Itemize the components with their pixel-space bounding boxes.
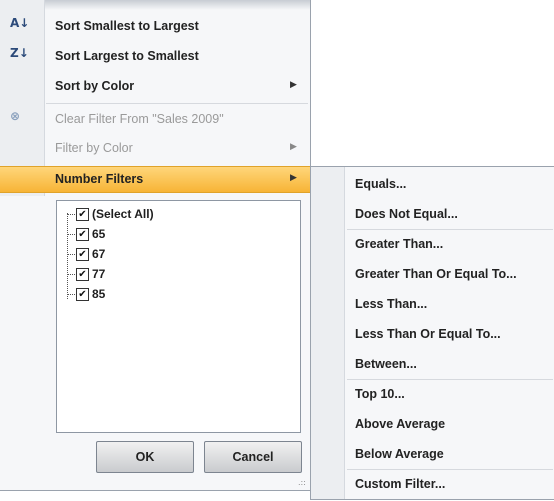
menu-item-sort-ascending[interactable]: A↓ Sort Smallest to Largest [0, 14, 310, 38]
menu-item-label: Sort by Color [55, 79, 135, 93]
ok-button[interactable]: OK [96, 441, 194, 473]
number-filters-submenu: Equals... Does Not Equal... Greater Than… [310, 166, 554, 500]
checklist-label: 67 [92, 247, 106, 261]
clear-filter-icon: ⊗ [10, 109, 21, 123]
submenu-icon-gutter [311, 167, 345, 499]
menu-item-number-filters[interactable]: Number Filters ▶ [0, 167, 310, 191]
checklist-label: (Select All) [92, 207, 154, 221]
submenu-item-custom-filter[interactable]: Custom Filter... [355, 477, 445, 501]
submenu-item-equals[interactable]: Equals... [355, 177, 406, 201]
menu-item-sort-descending[interactable]: Z↓ Sort Largest to Smallest [0, 44, 310, 68]
submenu-item-greater-than[interactable]: Greater Than... [355, 237, 443, 261]
submenu-arrow-icon: ▶ [290, 80, 297, 90]
menu-item-label: Sort Smallest to Largest [55, 19, 199, 33]
submenu-item-above-average[interactable]: Above Average [355, 417, 445, 441]
value-checklist[interactable]: ✔ (Select All) ✔ 65 ✔ 67 ✔ 77 ✔ 85 [56, 200, 301, 433]
menu-item-sort-by-color[interactable]: Sort by Color ▶ [0, 74, 310, 98]
resize-grip-icon[interactable]: .:: [298, 478, 306, 487]
menu-item-clear-filter[interactable]: ⊗ Clear Filter From "Sales 2009" [0, 107, 310, 131]
menu-item-filter-by-color[interactable]: Filter by Color ▶ [0, 136, 310, 160]
submenu-item-greater-than-or-equal[interactable]: Greater Than Or Equal To... [355, 267, 517, 291]
checkbox[interactable]: ✔ [76, 208, 89, 221]
checkbox[interactable]: ✔ [76, 228, 89, 241]
submenu-arrow-icon: ▶ [290, 142, 297, 152]
checklist-label: 85 [92, 287, 106, 301]
menu-item-label: Filter by Color [55, 141, 133, 155]
sort-ascending-icon: A↓ [10, 16, 30, 30]
tree-branch [67, 214, 75, 215]
submenu-item-below-average[interactable]: Below Average [355, 447, 444, 471]
checkbox[interactable]: ✔ [76, 268, 89, 281]
menu-separator [46, 103, 308, 104]
submenu-item-less-than[interactable]: Less Than... [355, 297, 427, 321]
submenu-separator [347, 229, 553, 230]
submenu-item-between[interactable]: Between... [355, 357, 417, 381]
cancel-button[interactable]: Cancel [204, 441, 302, 473]
menu-item-label: Clear Filter From "Sales 2009" [55, 112, 224, 126]
tree-connector [67, 213, 68, 299]
checklist-label: 77 [92, 267, 106, 281]
tree-branch [67, 254, 75, 255]
submenu-item-does-not-equal[interactable]: Does Not Equal... [355, 207, 458, 231]
menu-item-label: Number Filters [55, 172, 144, 186]
checkbox[interactable]: ✔ [76, 288, 89, 301]
submenu-item-top-10[interactable]: Top 10... [355, 387, 405, 411]
submenu-separator [347, 469, 553, 470]
filter-menu: A↓ Sort Smallest to Largest Z↓ Sort Larg… [0, 0, 311, 491]
tree-branch [67, 294, 75, 295]
checkbox[interactable]: ✔ [76, 248, 89, 261]
sort-descending-icon: Z↓ [10, 46, 29, 60]
menu-top-strip [0, 0, 310, 10]
menu-item-label: Sort Largest to Smallest [55, 49, 199, 63]
submenu-separator [347, 379, 553, 380]
tree-branch [67, 274, 75, 275]
submenu-item-less-than-or-equal[interactable]: Less Than Or Equal To... [355, 327, 501, 351]
checklist-label: 65 [92, 227, 106, 241]
tree-branch [67, 234, 75, 235]
submenu-arrow-icon: ▶ [290, 173, 297, 183]
